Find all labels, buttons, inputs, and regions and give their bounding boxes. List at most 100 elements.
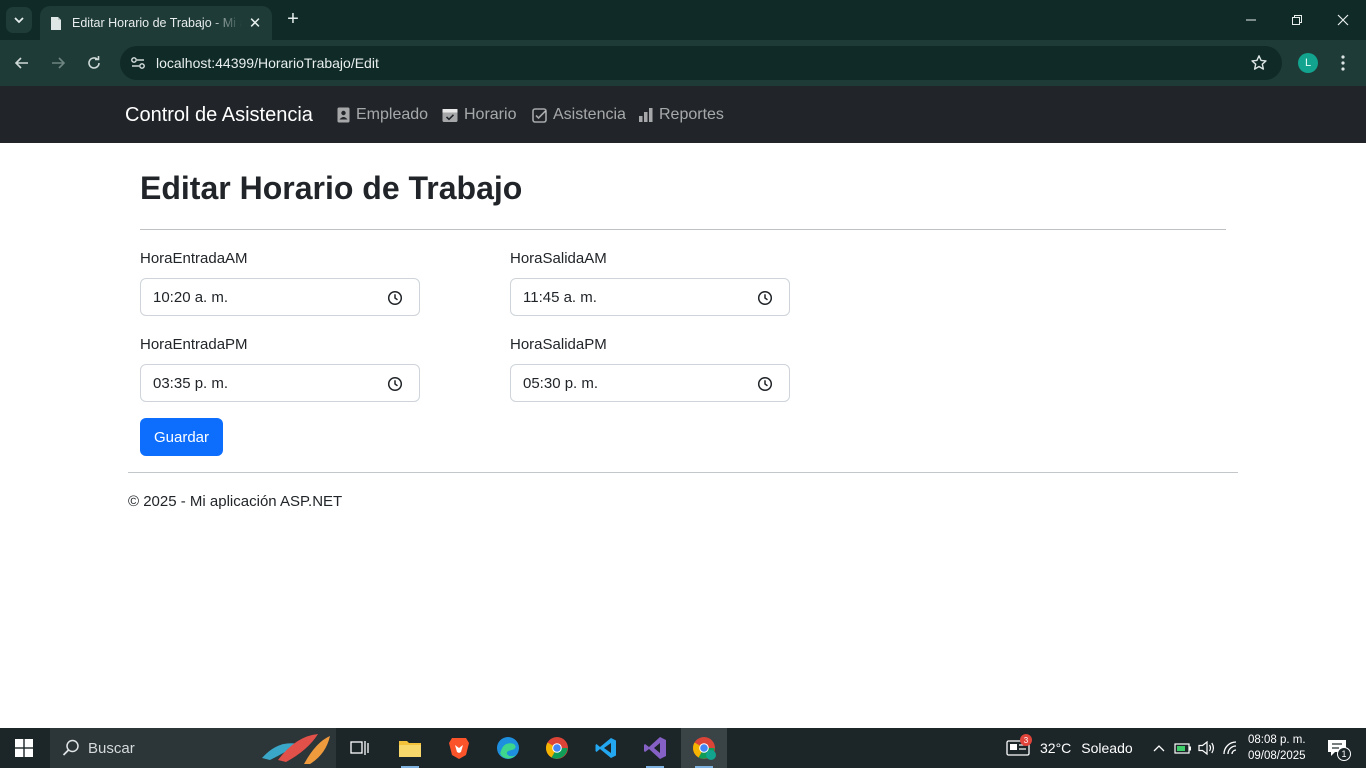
url-text[interactable]: localhost:44399/HorarioTrabajo/Edit bbox=[156, 55, 379, 71]
id-badge-icon bbox=[337, 107, 350, 123]
clock-icon[interactable] bbox=[387, 376, 403, 392]
start-button[interactable] bbox=[0, 728, 48, 768]
search-placeholder: Buscar bbox=[88, 739, 135, 757]
divider bbox=[140, 229, 1226, 230]
brave-lion-icon bbox=[449, 738, 469, 759]
vscode-icon bbox=[595, 738, 616, 758]
check-square-icon bbox=[532, 107, 547, 123]
hora-salida-am-label: HoraSalidaAM bbox=[510, 250, 607, 267]
notification-count-badge: 1 bbox=[1337, 747, 1351, 761]
nav-item-horario[interactable]: Horario bbox=[442, 106, 516, 124]
battery-button[interactable] bbox=[1172, 728, 1194, 768]
weather-temperature: 32°C bbox=[1040, 740, 1072, 756]
nav-item-label: Empleado bbox=[356, 106, 429, 123]
hora-entrada-am-label: HoraEntradaAM bbox=[140, 250, 248, 267]
close-window-button[interactable] bbox=[1320, 0, 1366, 40]
time-value: 10:20 a. m. bbox=[153, 288, 229, 306]
minimize-button[interactable] bbox=[1228, 0, 1274, 40]
forward-button[interactable] bbox=[44, 49, 72, 77]
hora-entrada-pm-label: HoraEntradaPM bbox=[140, 336, 248, 353]
reload-button[interactable] bbox=[80, 49, 108, 77]
chevron-down-icon bbox=[14, 17, 24, 24]
close-icon bbox=[1337, 14, 1349, 26]
nav-item-empleado[interactable]: Empleado bbox=[337, 106, 428, 124]
navbar-brand[interactable]: Control de Asistencia bbox=[125, 104, 313, 127]
arrow-right-icon bbox=[52, 57, 66, 69]
back-button[interactable] bbox=[8, 49, 36, 77]
windows-logo-icon bbox=[15, 739, 33, 757]
minimize-icon bbox=[1246, 19, 1256, 21]
bookmark-star-icon[interactable] bbox=[1250, 54, 1268, 77]
hora-salida-pm-label: HoraSalidaPM bbox=[510, 336, 607, 353]
chrome-icon bbox=[546, 737, 568, 759]
nav-item-label: Asistencia bbox=[553, 106, 626, 123]
hora-entrada-am-input[interactable]: 10:20 a. m. bbox=[140, 278, 420, 316]
time-value: 05:30 p. m. bbox=[523, 374, 599, 392]
show-hidden-icons-button[interactable] bbox=[1150, 728, 1168, 768]
feather-decoration-icon bbox=[262, 734, 330, 764]
nav-item-reportes[interactable]: Reportes bbox=[639, 106, 724, 124]
footer-text: © 2025 - Mi aplicación ASP.NET bbox=[128, 493, 343, 510]
new-tab-button[interactable]: + bbox=[282, 8, 304, 30]
restore-button[interactable] bbox=[1274, 0, 1320, 40]
address-bar[interactable]: localhost:44399/HorarioTrabajo/Edit bbox=[120, 46, 1282, 80]
clock-date: 09/08/2025 bbox=[1248, 750, 1306, 762]
chrome-browser-button[interactable] bbox=[534, 728, 580, 768]
tab-search-button[interactable] bbox=[6, 7, 32, 33]
task-view-button[interactable] bbox=[337, 728, 383, 768]
weather-widget[interactable]: 3 32°C Soleado bbox=[1006, 728, 1133, 768]
network-button[interactable] bbox=[1220, 728, 1242, 768]
search-icon bbox=[62, 739, 79, 756]
news-icon: 3 bbox=[1006, 734, 1032, 758]
weather-condition: Soleado bbox=[1081, 740, 1133, 756]
tab-close-icon[interactable]: ✕ bbox=[246, 14, 264, 32]
chevron-up-icon bbox=[1153, 745, 1165, 752]
time-value: 11:45 a. m. bbox=[523, 288, 597, 306]
nav-item-label: Reportes bbox=[659, 106, 724, 123]
battery-icon bbox=[1174, 743, 1191, 754]
app-navbar: Control de Asistencia Empleado Horario A… bbox=[0, 86, 1366, 143]
reload-icon bbox=[88, 56, 100, 69]
browser-menu-icon[interactable] bbox=[1334, 51, 1352, 75]
nav-item-asistencia[interactable]: Asistencia bbox=[532, 106, 626, 124]
site-settings-icon[interactable] bbox=[120, 56, 156, 70]
guardar-button[interactable]: Guardar bbox=[140, 418, 223, 456]
document-icon bbox=[48, 15, 64, 31]
chrome-profile-button[interactable] bbox=[681, 728, 727, 768]
brave-browser-button[interactable] bbox=[436, 728, 482, 768]
profile-avatar[interactable]: L bbox=[1298, 53, 1318, 73]
notifications-button[interactable]: 1 bbox=[1320, 728, 1354, 768]
taskbar-clock[interactable]: 08:08 p. m. 09/08/2025 bbox=[1248, 732, 1306, 764]
restore-icon bbox=[1292, 15, 1302, 25]
arrow-left-icon bbox=[14, 57, 28, 69]
speaker-icon bbox=[1198, 740, 1214, 756]
clock-icon[interactable] bbox=[757, 290, 773, 306]
visual-studio-icon bbox=[644, 737, 666, 759]
time-value: 03:35 p. m. bbox=[153, 374, 229, 392]
tab-title: Editar Horario de Trabajo - Mi aplicació… bbox=[72, 16, 242, 30]
page-title: Editar Horario de Trabajo bbox=[140, 170, 523, 206]
edge-icon bbox=[497, 737, 519, 759]
browser-tab-strip: Editar Horario de Trabajo - Mi aplicació… bbox=[0, 0, 1366, 40]
clock-icon[interactable] bbox=[757, 376, 773, 392]
file-explorer-button[interactable] bbox=[387, 728, 433, 768]
weather-badge: 3 bbox=[1020, 734, 1032, 746]
hora-entrada-pm-input[interactable]: 03:35 p. m. bbox=[140, 364, 420, 402]
edge-browser-button[interactable] bbox=[485, 728, 531, 768]
taskbar-search-box[interactable]: Buscar bbox=[50, 728, 336, 768]
nav-item-label: Horario bbox=[464, 106, 517, 123]
hora-salida-pm-input[interactable]: 05:30 p. m. bbox=[510, 364, 790, 402]
folder-icon bbox=[399, 741, 421, 757]
browser-tab[interactable]: Editar Horario de Trabajo - Mi aplicació… bbox=[40, 6, 272, 40]
clock-icon[interactable] bbox=[387, 290, 403, 306]
volume-button[interactable] bbox=[1196, 728, 1218, 768]
browser-toolbar: localhost:44399/HorarioTrabajo/Edit bbox=[0, 40, 1366, 86]
wifi-icon bbox=[1223, 741, 1237, 755]
windows-taskbar: Buscar 3 32°C Soleado 08:08 p. m. 09/08/… bbox=[0, 728, 1366, 768]
calendar-check-icon bbox=[442, 109, 458, 122]
vscode-button[interactable] bbox=[583, 728, 629, 768]
footer-divider bbox=[128, 472, 1238, 473]
chrome-profile-icon bbox=[693, 737, 716, 760]
hora-salida-am-input[interactable]: 11:45 a. m. bbox=[510, 278, 790, 316]
visual-studio-button[interactable] bbox=[632, 728, 678, 768]
